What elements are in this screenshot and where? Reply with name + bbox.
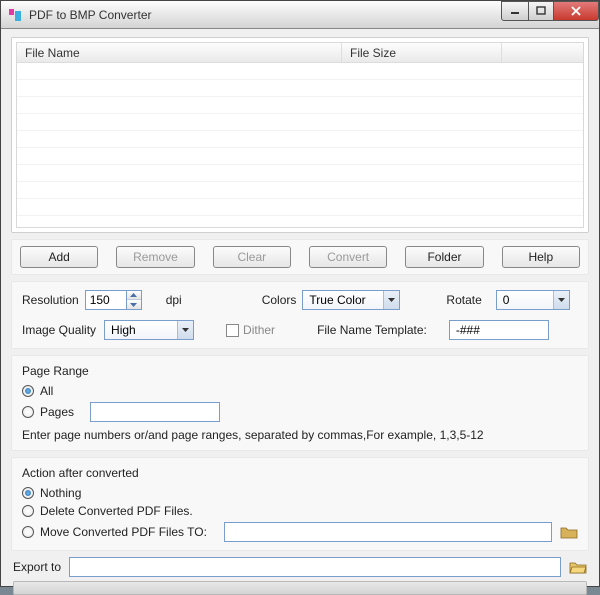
close-button[interactable] <box>553 1 599 21</box>
export-row: Export to <box>11 557 589 581</box>
resolution-down[interactable] <box>127 300 141 309</box>
resolution-input[interactable] <box>85 290 127 310</box>
file-list-header: File Name File Size <box>17 43 583 63</box>
action-nothing-radio[interactable]: Nothing <box>22 486 578 500</box>
progress-bar <box>13 581 587 595</box>
action-delete-radio[interactable]: Delete Converted PDF Files. <box>22 504 578 518</box>
app-window: PDF to BMP Converter File Name File Size <box>0 0 600 587</box>
add-button[interactable]: Add <box>20 246 98 268</box>
page-range-panel: Page Range All Pages Enter page numbers … <box>11 355 589 451</box>
dpi-label: dpi <box>166 293 182 307</box>
chevron-down-icon <box>177 321 193 339</box>
client-area: File Name File Size Add <box>1 29 599 586</box>
rotate-label: Rotate <box>446 293 481 307</box>
action-group-label: Action after converted <box>22 466 578 480</box>
table-row <box>17 114 583 131</box>
page-range-hint: Enter page numbers or/and page ranges, s… <box>22 428 578 442</box>
colors-select[interactable]: True Color <box>302 290 400 310</box>
rotate-value: 0 <box>497 293 553 307</box>
table-row <box>17 182 583 199</box>
action-panel: Action after converted Nothing Delete Co… <box>11 457 589 551</box>
file-list-rows <box>17 63 583 227</box>
colors-label: Colors <box>262 293 297 307</box>
radio-icon <box>22 385 34 397</box>
settings-panel: Resolution dpi Colors True Color Rotate <box>11 281 589 349</box>
help-button[interactable]: Help <box>502 246 580 268</box>
settings-row-1: Resolution dpi Colors True Color Rotate <box>22 290 578 310</box>
table-row <box>17 63 583 80</box>
export-path-input[interactable] <box>69 557 561 577</box>
filename-template-input[interactable] <box>449 320 549 340</box>
file-list[interactable]: File Name File Size <box>16 42 584 228</box>
radio-icon <box>22 526 34 538</box>
colors-value: True Color <box>303 293 383 307</box>
page-range-pages-input[interactable] <box>90 402 220 422</box>
rotate-select[interactable]: 0 <box>496 290 570 310</box>
remove-button[interactable]: Remove <box>116 246 194 268</box>
action-delete-label: Delete Converted PDF Files. <box>40 504 193 518</box>
table-row <box>17 80 583 97</box>
file-list-panel: File Name File Size <box>11 37 589 233</box>
table-row <box>17 131 583 148</box>
action-nothing-label: Nothing <box>40 486 81 500</box>
image-quality-select[interactable]: High <box>104 320 194 340</box>
clear-button[interactable]: Clear <box>213 246 291 268</box>
maximize-button[interactable] <box>528 1 554 21</box>
convert-button[interactable]: Convert <box>309 246 387 268</box>
resolution-spinner <box>85 290 142 310</box>
chevron-down-icon <box>383 291 399 309</box>
export-label: Export to <box>13 560 61 574</box>
button-row: Add Remove Clear Convert Folder Help <box>11 239 589 275</box>
page-range-pages-label: Pages <box>40 405 90 419</box>
dither-label: Dither <box>243 323 275 337</box>
page-range-all-label: All <box>40 384 53 398</box>
page-range-pages-radio[interactable]: Pages <box>22 402 578 422</box>
column-filename[interactable]: File Name <box>17 43 342 62</box>
resolution-up[interactable] <box>127 291 141 300</box>
page-range-group-label: Page Range <box>22 364 578 378</box>
titlebar[interactable]: PDF to BMP Converter <box>1 1 599 29</box>
image-quality-label: Image Quality <box>22 323 96 337</box>
minimize-button[interactable] <box>501 1 529 21</box>
table-row <box>17 165 583 182</box>
chevron-down-icon <box>553 291 569 309</box>
action-move-radio[interactable]: Move Converted PDF Files TO: <box>22 522 578 542</box>
browse-export-folder-button[interactable] <box>569 559 587 575</box>
window-title: PDF to BMP Converter <box>29 8 502 22</box>
action-move-label: Move Converted PDF Files TO: <box>40 525 220 539</box>
folder-button[interactable]: Folder <box>405 246 483 268</box>
window-buttons <box>502 1 599 21</box>
app-icon <box>7 7 23 23</box>
image-quality-value: High <box>105 323 177 337</box>
settings-row-2: Image Quality High Dither File Name Temp… <box>22 320 578 340</box>
table-row <box>17 199 583 216</box>
dither-checkbox[interactable] <box>226 324 239 337</box>
browse-move-folder-button[interactable] <box>560 524 578 540</box>
resolution-label: Resolution <box>22 293 79 307</box>
radio-icon <box>22 505 34 517</box>
filename-template-label: File Name Template: <box>317 323 427 337</box>
column-filesize[interactable]: File Size <box>342 43 502 62</box>
action-move-path-input[interactable] <box>224 522 552 542</box>
column-spacer <box>502 43 583 62</box>
page-range-all-radio[interactable]: All <box>22 384 578 398</box>
table-row <box>17 148 583 165</box>
radio-icon <box>22 406 34 418</box>
table-row <box>17 97 583 114</box>
radio-icon <box>22 487 34 499</box>
